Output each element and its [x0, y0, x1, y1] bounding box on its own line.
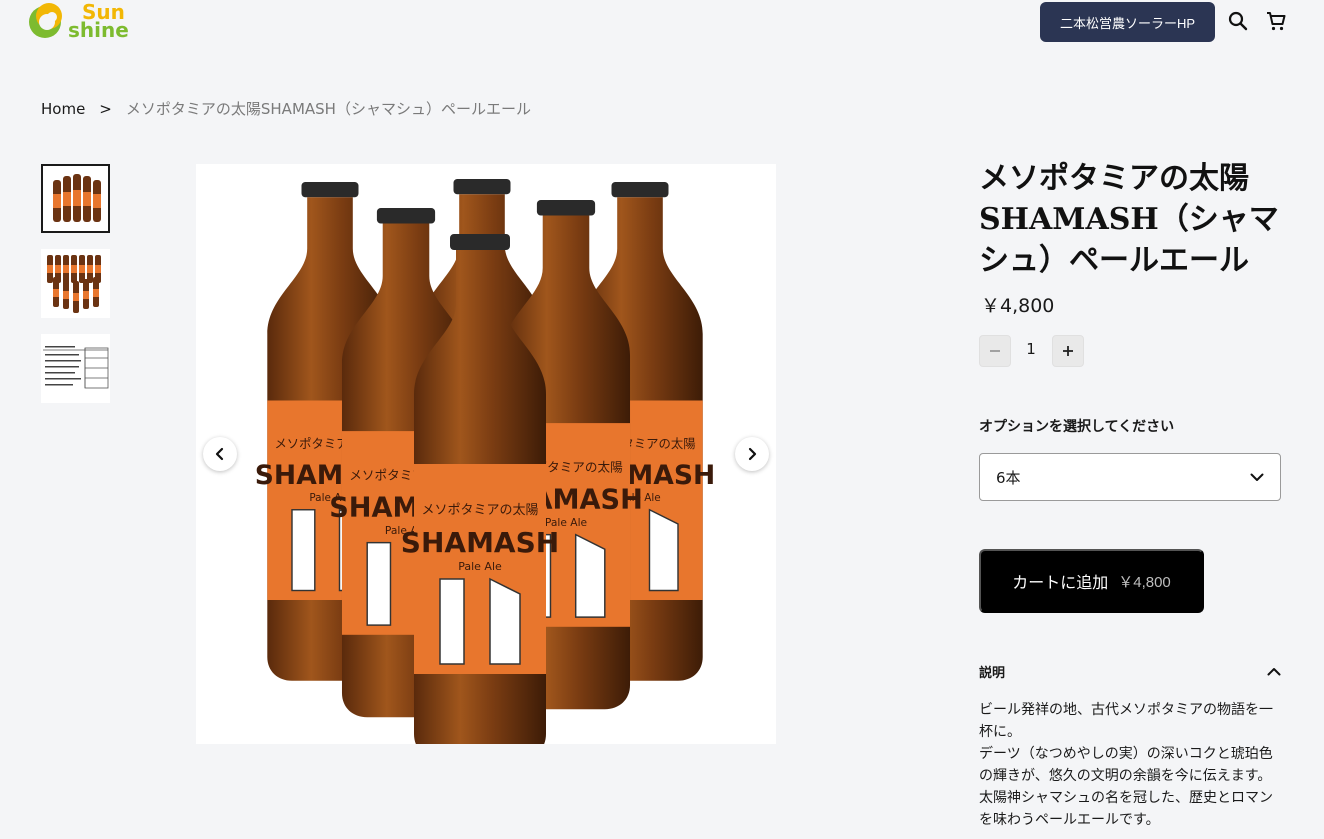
description-line-3: 太陽神シャマシュの名を冠した、歴史とロマンを味わうペールエールです。 [979, 790, 1273, 828]
description-body: ビール発祥の地、古代メソポタミアの物語を一杯に。 デーツ（なつめやしの実）の深い… [979, 699, 1281, 831]
cart-icon[interactable] [1265, 10, 1287, 32]
breadcrumb: Home > メソポタミアの太陽SHAMASH（シャマシュ）ペールエール [41, 98, 531, 119]
sunshine-logo[interactable]: Sun shine [28, 0, 129, 46]
product-title: メソポタミアの太陽SHAMASH（シャマシュ）ペールエール [979, 161, 1279, 278]
description-heading: 説明 [979, 666, 1006, 681]
option-select[interactable]: 6本 [979, 453, 1281, 501]
breadcrumb-home[interactable]: Home [41, 100, 85, 118]
option-selected-value: 6本 [996, 468, 1021, 487]
breadcrumb-separator: > [99, 99, 112, 118]
add-to-cart-button[interactable]: カートに追加 ￥4,800 [979, 549, 1204, 613]
next-image-button[interactable] [735, 437, 769, 471]
thumbnail-6-bottles[interactable] [41, 164, 110, 233]
chevron-left-icon [215, 447, 224, 461]
main-product-image: メソポタミアの太陽 SHAMASH Pale Ale [196, 164, 776, 744]
description-line-1: ビール発祥の地、古代メソポタミアの物語を一杯に。 [979, 702, 1273, 740]
description-toggle[interactable]: 説明 [979, 662, 1281, 681]
thumbnail-12-bottles[interactable] [41, 249, 110, 318]
product-page: Sun shine 二本松営農ソーラーHP Home > メソポタミアの太陽SH… [0, 0, 1324, 839]
logo-text: Sun shine [68, 2, 129, 42]
logo-line2: shine [68, 18, 129, 42]
description-line-2: デーツ（なつめやしの実）の深いコクと琥珀色の輝きが、悠久の文明の余韻を今に伝えま… [979, 746, 1273, 784]
chevron-down-icon [1250, 473, 1264, 481]
quantity-decrease-button[interactable] [979, 335, 1011, 367]
plus-icon [1063, 346, 1073, 356]
solar-hp-button[interactable]: 二本松営農ソーラーHP [1040, 2, 1215, 42]
add-to-cart-price: ￥4,800 [1118, 573, 1171, 591]
product-price: ￥4,800 [981, 295, 1055, 317]
add-to-cart-label: カートに追加 [1012, 575, 1109, 592]
minus-icon [990, 350, 1000, 352]
logo-mark-icon [29, 3, 62, 38]
chevron-up-icon [1267, 668, 1281, 676]
quantity-increase-button[interactable] [1052, 335, 1084, 367]
option-label: オプションを選択してください [979, 419, 1175, 435]
search-icon[interactable] [1227, 10, 1249, 32]
quantity-value[interactable]: 1 [1020, 340, 1042, 358]
chevron-right-icon [748, 447, 757, 461]
thumbnail-label-table[interactable] [41, 334, 110, 403]
prev-image-button[interactable] [203, 437, 237, 471]
breadcrumb-current: メソポタミアの太陽SHAMASH（シャマシュ）ペールエール [125, 100, 531, 118]
